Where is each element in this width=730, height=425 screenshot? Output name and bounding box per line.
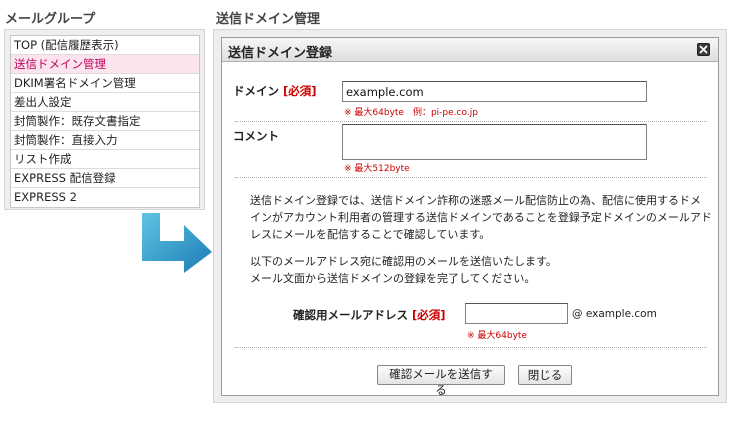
- sidebar-item-top[interactable]: TOP (配信履歴表示): [11, 36, 199, 55]
- sidebar-panel: TOP (配信履歴表示) 送信ドメイン管理 DKIM署名ドメイン管理 差出人設定…: [4, 29, 205, 210]
- comment-label: コメント: [233, 129, 279, 143]
- sidebar-menu: TOP (配信履歴表示) 送信ドメイン管理 DKIM署名ドメイン管理 差出人設定…: [10, 35, 200, 208]
- confirm-required-badge: [必須]: [412, 308, 446, 322]
- sidebar-item-sender-settings[interactable]: 差出人設定: [11, 93, 199, 112]
- domain-required-badge: [必須]: [283, 84, 317, 98]
- sidebar-item-envelope-direct[interactable]: 封筒製作：直接入力: [11, 131, 199, 150]
- sidebar-item-sending-domain[interactable]: 送信ドメイン管理: [11, 55, 199, 74]
- sidebar-title: メールグループ: [5, 12, 96, 27]
- sidebar-item-list-create[interactable]: リスト作成: [11, 150, 199, 169]
- divider: [235, 121, 707, 122]
- main-panel: 送信ドメイン登録 ドメイン [必須] ※ 最大64byte 例：pi-pe.co…: [213, 29, 727, 403]
- description-line: メール文面から送信ドメインの登録を完了してください。: [250, 272, 536, 285]
- dialog-header: 送信ドメイン登録: [222, 38, 718, 62]
- domain-input[interactable]: [342, 81, 647, 102]
- close-button[interactable]: 閉じる: [518, 365, 572, 385]
- close-icon[interactable]: [697, 43, 710, 56]
- sidebar-item-dkim-domain[interactable]: DKIM署名ドメイン管理: [11, 74, 199, 93]
- domain-register-dialog: 送信ドメイン登録 ドメイン [必須] ※ 最大64byte 例：pi-pe.co…: [221, 37, 719, 397]
- dialog-title: 送信ドメイン登録: [228, 46, 333, 61]
- comment-textarea[interactable]: [342, 124, 647, 160]
- description-line: インがアカウント利用者の管理する送信ドメインであることを登録予定ドメインのメール…: [250, 211, 712, 224]
- sidebar-item-express-register[interactable]: EXPRESS 配信登録: [11, 169, 199, 188]
- sidebar-item-express-2[interactable]: EXPRESS 2: [11, 188, 199, 207]
- confirm-address-input[interactable]: [465, 303, 568, 324]
- confirm-note: ※ 最大64byte: [467, 331, 527, 341]
- domain-note: ※ 最大64byte 例：pi-pe.co.jp: [344, 108, 478, 118]
- description-text: 送信ドメイン登録では、送信ドメイン詐称の迷惑メール配信防止の為、配信に使用するド…: [250, 192, 712, 287]
- send-confirm-mail-button[interactable]: 確認メールを送信する: [377, 365, 505, 397]
- divider: [235, 177, 707, 178]
- sidebar-item-envelope-existing[interactable]: 封筒製作：既存文書指定: [11, 112, 199, 131]
- arrow-icon: [140, 213, 214, 273]
- confirm-label-group: 確認用メールアドレス [必須]: [293, 307, 446, 323]
- confirm-label: 確認用メールアドレス: [293, 308, 408, 322]
- description-line: レスにメールを配信することで確認しています。: [250, 228, 491, 241]
- domain-label: ドメイン: [233, 84, 279, 98]
- confirm-domain-suffix: @ example.com: [572, 308, 657, 320]
- domain-label-group: ドメイン [必須]: [233, 83, 317, 99]
- comment-note: ※ 最大512byte: [344, 164, 410, 174]
- description-line: 送信ドメイン登録では、送信ドメイン詐称の迷惑メール配信防止の為、配信に使用するド…: [250, 194, 701, 207]
- description-line: 以下のメールアドレス宛に確認用のメールを送信いたします。: [250, 255, 557, 268]
- divider: [235, 347, 707, 348]
- page-title: 送信ドメイン管理: [216, 12, 321, 27]
